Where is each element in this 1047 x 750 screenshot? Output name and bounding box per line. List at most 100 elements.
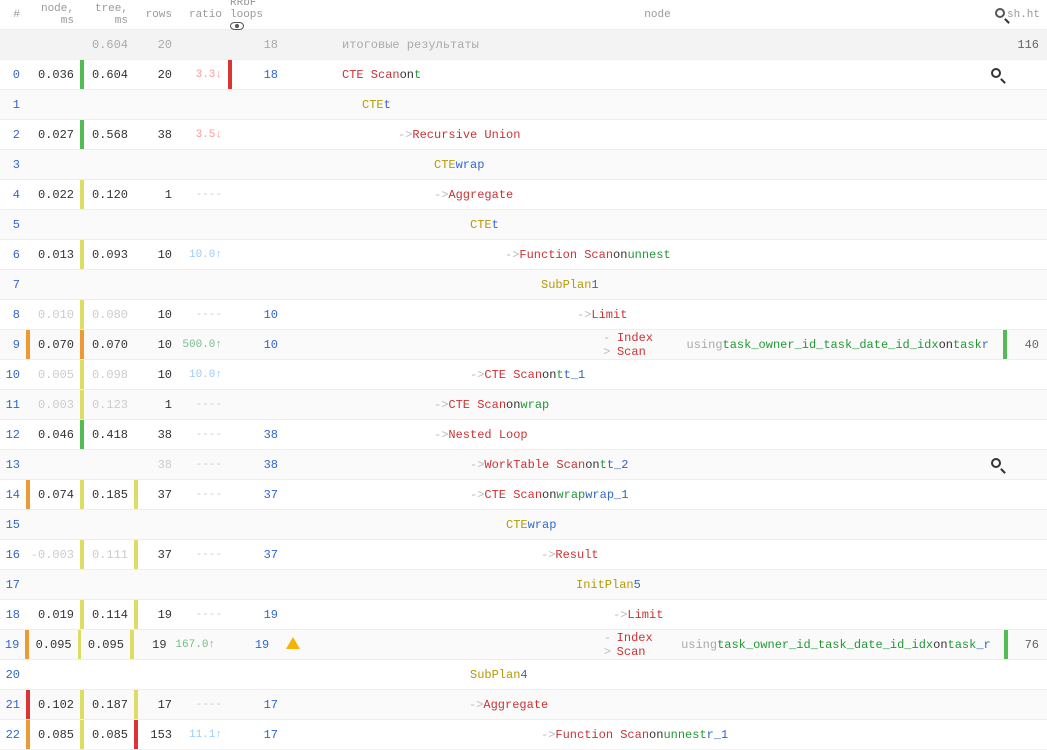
rows-bar: [134, 570, 138, 599]
hdr-sh[interactable]: sh.ht: [1007, 9, 1047, 21]
ratio-bar: [228, 90, 232, 119]
rows-bar: [134, 510, 138, 539]
node-text: -> CTE Scan on t t_1: [322, 368, 989, 382]
loops-val: 10: [232, 338, 282, 352]
plan-row-15[interactable]: 15CTE wrap: [0, 510, 1047, 540]
loops-val: 37: [232, 548, 282, 562]
hdr-node[interactable]: node, ms: [26, 3, 80, 27]
plan-row-17[interactable]: 17InitPlan 5: [0, 570, 1047, 600]
loops-val: 19: [225, 638, 273, 652]
plan-row-21[interactable]: 210.1020.18717----17-> Aggregate: [0, 690, 1047, 720]
search-icon[interactable]: [993, 8, 1007, 22]
loops-val: 17: [232, 698, 282, 712]
plan-row-0[interactable]: 00.0360.604203.3↓18CTE Scan on t: [0, 60, 1047, 90]
hdr-rows[interactable]: rows: [134, 9, 178, 21]
plan-row-13[interactable]: 1338----38-> WorkTable Scan on t t_2: [0, 450, 1047, 480]
ratio-val: 10.0↑: [178, 249, 228, 261]
sh-bar: [1003, 150, 1007, 179]
sh-bar: [1003, 570, 1007, 599]
node-text: -> Result: [322, 548, 989, 562]
ratio-bar: [228, 270, 232, 299]
row-idx: 12: [0, 428, 26, 442]
eye-icon[interactable]: [230, 22, 244, 30]
rows-val: 38: [138, 458, 178, 472]
ratio-val: 500.0↑: [178, 339, 228, 351]
node-bar: [26, 210, 30, 239]
rows-val: 10: [138, 368, 178, 382]
sh-bar: [1003, 120, 1007, 149]
ratio-val: ----: [178, 399, 228, 411]
node-bar: [26, 570, 30, 599]
rows-val: 19: [138, 608, 178, 622]
plan-row-18[interactable]: 180.0190.11419----19-> Limit: [0, 600, 1047, 630]
sh-bar: [1003, 390, 1007, 419]
row-idx: 0: [0, 68, 26, 82]
row-search[interactable]: [989, 458, 1003, 472]
node-text: SubPlan 1: [322, 278, 989, 292]
plan-row-14[interactable]: 140.0740.18537----37-> CTE Scan on wrap …: [0, 480, 1047, 510]
node-text: CTE Scan on t: [322, 68, 989, 82]
node-bar: [26, 510, 30, 539]
sh-val: 40: [1007, 338, 1047, 352]
plan-row-22[interactable]: 220.0850.08515311.1↑17-> Function Scan o…: [0, 720, 1047, 750]
node-ms: 0.003: [30, 398, 80, 412]
sh-bar: [1003, 510, 1007, 539]
row-idx: 8: [0, 308, 26, 322]
plan-row-6[interactable]: 60.0130.0931010.0↑-> Function Scan on un…: [0, 240, 1047, 270]
tree-bar: [80, 660, 84, 689]
sh-bar: [1003, 240, 1007, 269]
node-text: -> Limit: [322, 308, 989, 322]
node-ms: 0.022: [30, 188, 80, 202]
warn-cell: [273, 637, 312, 653]
row-search[interactable]: [989, 68, 1003, 82]
row-idx: 22: [0, 728, 26, 742]
row-idx: 14: [0, 488, 26, 502]
plan-row-4[interactable]: 40.0220.1201-----> Aggregate: [0, 180, 1047, 210]
node-ms: 0.010: [30, 308, 80, 322]
node-bar: [26, 270, 30, 299]
ratio-bar: [228, 240, 232, 269]
ratio-bar: [228, 120, 232, 149]
hdr-ratio[interactable]: ratio: [178, 9, 228, 21]
node-ms: 0.036: [30, 68, 80, 82]
loops-val: 17: [232, 728, 282, 742]
magnify-icon[interactable]: [991, 458, 1001, 468]
tree-ms: 0.095: [81, 638, 129, 652]
plan-row-11[interactable]: 110.0030.1231-----> CTE Scan on wrap: [0, 390, 1047, 420]
plan-row-19[interactable]: 190.0950.09519167.0↑19-> Index Scan usin…: [0, 630, 1047, 660]
plan-row-16[interactable]: 16-0.0030.11137----37-> Result: [0, 540, 1047, 570]
plan-row-20[interactable]: 20SubPlan 4: [0, 660, 1047, 690]
plan-row-5[interactable]: 5CTE t: [0, 210, 1047, 240]
plan-row-3[interactable]: 3CTE wrap: [0, 150, 1047, 180]
plan-row-12[interactable]: 120.0460.41838----38-> Nested Loop: [0, 420, 1047, 450]
node-text: -> Index Scan using task_owner_id_task_d…: [322, 331, 989, 359]
plan-row-8[interactable]: 80.0100.08010----10-> Limit: [0, 300, 1047, 330]
row-idx: 5: [0, 218, 26, 232]
hdr-tree[interactable]: tree, ms: [80, 3, 134, 27]
warning-icon[interactable]: [286, 637, 300, 649]
row-idx: 18: [0, 608, 26, 622]
ratio-bar: [228, 390, 232, 419]
rows-val: 38: [138, 428, 178, 442]
tree-ms: 0.604: [84, 68, 134, 82]
plan-row-7[interactable]: 7SubPlan 1: [0, 270, 1047, 300]
ratio-val: 3.3↓: [178, 69, 228, 81]
node-text: -> CTE Scan on wrap: [322, 398, 989, 412]
tree-bar: [80, 210, 84, 239]
plan-row-2[interactable]: 20.0270.568383.5↓-> Recursive Union: [0, 120, 1047, 150]
ratio-val: 10.0↑: [178, 369, 228, 381]
hdr-loops[interactable]: RRbF loops: [228, 0, 282, 33]
loops-val: 38: [232, 458, 282, 472]
loops-val: 18: [232, 68, 282, 82]
rows-val: 1: [138, 398, 178, 412]
hdr-main[interactable]: node: [322, 9, 993, 21]
plan-row-10[interactable]: 100.0050.0981010.0↑-> CTE Scan on t t_1: [0, 360, 1047, 390]
plan-row-1[interactable]: 1CTE t: [0, 90, 1047, 120]
hdr-idx[interactable]: #: [0, 9, 26, 21]
plan-row-9[interactable]: 90.0700.07010500.0↑10-> Index Scan using…: [0, 330, 1047, 360]
rows-bar: [134, 90, 138, 119]
ratio-bar: [228, 660, 232, 689]
magnify-icon[interactable]: [991, 68, 1001, 78]
node-text: -> Aggregate: [322, 698, 989, 712]
node-text: -> WorkTable Scan on t t_2: [322, 458, 989, 472]
